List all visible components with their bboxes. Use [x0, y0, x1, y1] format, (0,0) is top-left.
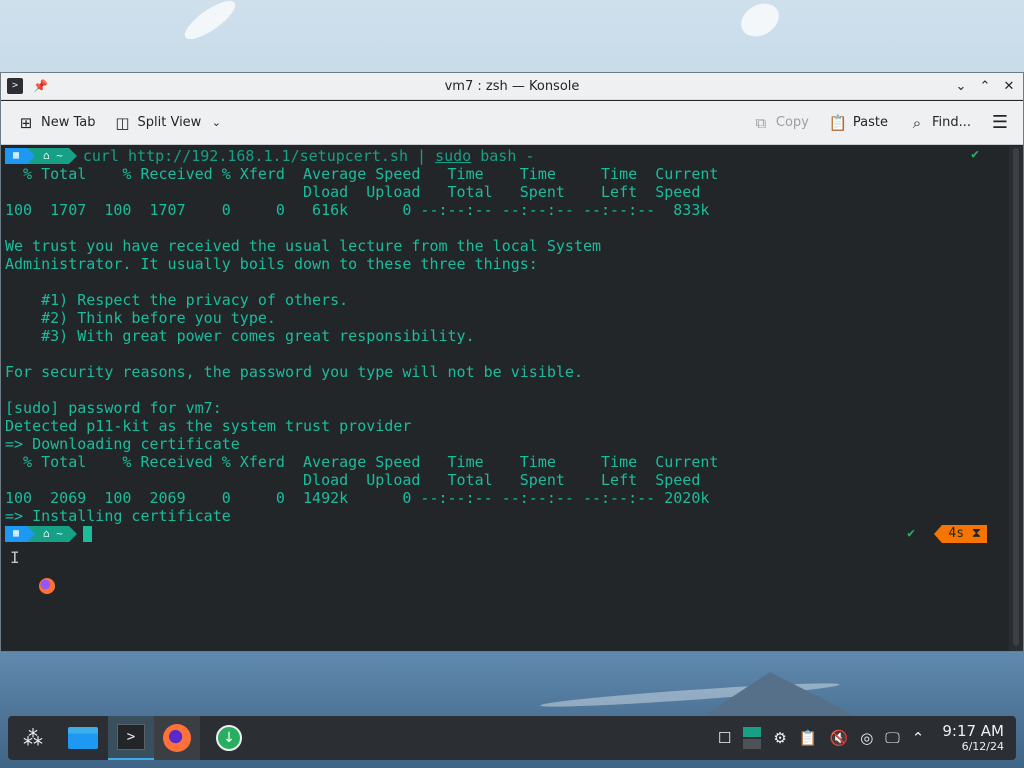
new-tab-icon: ⊞ — [19, 113, 33, 132]
timer-separator — [934, 525, 943, 543]
text-cursor — [82, 526, 92, 542]
launcher-icon: ⁂ — [23, 726, 43, 750]
terminal-output-line: Dload Upload Total Spent Left Speed — [5, 471, 701, 489]
firefox-drag-icon — [39, 578, 55, 594]
search-icon: ⌕ — [912, 113, 922, 132]
terminal-output-line: 100 1707 100 1707 0 0 616k 0 --:--:-- --… — [5, 201, 710, 219]
prompt-separator — [27, 148, 35, 164]
hamburger-menu-button[interactable]: ☰ — [985, 108, 1015, 138]
virtual-desktops-pager[interactable] — [743, 727, 762, 749]
title-bar[interactable]: > 📌 vm7 : zsh — Konsole ⌄ ⌃ ✕ — [1, 73, 1023, 100]
terminal-output-line: #3) With great power comes great respons… — [5, 327, 475, 345]
success-check-icon: ✔ — [971, 147, 979, 162]
terminal-output-line: % Total % Received % Xferd Average Speed… — [5, 165, 719, 183]
terminal-output-line: => Installing certificate — [5, 507, 231, 525]
terminal-view[interactable]: ▦ ⌂ ~ curl http://192.168.1.1/setupcert.… — [1, 146, 1009, 651]
taskbar: ⁂ > ↓ ☐ ⚙ 📋 🔇 ◎ 🖵 ⌃ 9:17 AM 6/12/24 — [8, 716, 1016, 760]
terminal-output-line: Detected p11-kit as the system trust pro… — [5, 417, 412, 435]
system-tray: ☐ ⚙ 📋 🔇 ◎ 🖵 ⌃ 9:17 AM 6/12/24 — [718, 716, 1004, 760]
prompt-separator — [27, 526, 35, 542]
konsole-window: > 📌 vm7 : zsh — Konsole ⌄ ⌃ ✕ ⊞ New Tab … — [0, 72, 1024, 652]
tray-expand-chevron-up-icon[interactable]: ⌃ — [912, 729, 925, 747]
file-manager-button[interactable] — [60, 716, 106, 760]
terminal-icon: > — [117, 724, 145, 750]
paste-label: Paste — [852, 115, 888, 130]
network-globe-icon[interactable]: ◎ — [860, 729, 873, 747]
terminal-output-line: % Total % Received % Xferd Average Speed… — [5, 453, 719, 471]
terminal-scrollbar[interactable] — [1009, 146, 1023, 651]
find-button[interactable]: ⌕ Find... — [902, 108, 977, 138]
firefox-task-button[interactable] — [154, 716, 200, 760]
minimize-chevron-down-icon[interactable]: ⌄ — [953, 79, 969, 95]
terminal-output-line: #1) Respect the privacy of others. — [5, 291, 349, 309]
find-label: Find... — [931, 115, 971, 130]
prompt-dir-label: ~ — [56, 149, 63, 162]
terminal-output-line: Dload Upload Total Spent Left Speed — [5, 183, 701, 201]
copy-label: Copy — [775, 115, 809, 130]
maximize-chevron-up-icon[interactable]: ⌃ — [977, 79, 993, 95]
terminal-output-line: #2) Think before you type. — [5, 309, 276, 327]
prompt-dir: ⌂ ~ — [35, 526, 69, 542]
app-launcher-button[interactable]: ⁂ — [10, 716, 56, 760]
terminal-output-line: [sudo] password for vm7: — [5, 399, 222, 417]
paste-button[interactable]: 📋 Paste — [823, 108, 894, 138]
wallpaper-cloud — [179, 0, 241, 46]
prompt-separator — [68, 148, 77, 164]
new-tab-button[interactable]: ⊞ New Tab — [11, 108, 102, 138]
success-check-icon: ✔ — [907, 526, 915, 541]
kde-connect-icon[interactable]: ⚙ — [773, 729, 786, 747]
terminal-output-line: We trust you have received the usual lec… — [5, 237, 602, 255]
terminal-output-line: => Downloading certificate — [5, 435, 240, 453]
command-line: curl http://192.168.1.1/setupcert.sh | s… — [83, 147, 535, 165]
download-icon: ↓ — [216, 725, 242, 751]
window-title: vm7 : zsh — Konsole — [444, 78, 580, 94]
prompt: ▦ ⌂ ~ curl http://192.168.1.1/setupcert.… — [5, 147, 534, 165]
command-rest: bash - — [471, 147, 535, 165]
terminal-app-icon[interactable]: > — [7, 78, 23, 94]
elapsed-time-label: 4s — [948, 526, 965, 541]
new-tab-label: New Tab — [41, 115, 96, 130]
desktop-2[interactable] — [743, 739, 762, 749]
update-manager-button[interactable]: ↓ — [206, 716, 252, 760]
mouse-ibeam-icon: I — [10, 548, 20, 567]
toolbar: ⊞ New Tab ◫ Split View ⌄ ⧉ Copy 📋 Paste … — [1, 101, 1023, 145]
window-icon[interactable]: ☐ — [718, 729, 731, 747]
chevron-down-icon: ⌄ — [211, 116, 221, 129]
folder-icon — [68, 727, 98, 749]
firefox-icon — [163, 724, 191, 752]
split-view-label: Split View — [137, 115, 202, 130]
volume-muted-icon[interactable]: 🔇 — [830, 729, 849, 747]
paste-icon: 📋 — [828, 113, 848, 132]
clock-date: 6/12/24 — [961, 740, 1004, 753]
scrollbar-thumb[interactable] — [1013, 148, 1019, 646]
copy-icon: ⧉ — [755, 113, 767, 132]
split-view-icon: ◫ — [115, 113, 130, 132]
elapsed-time-badge: 4s ⧗ — [934, 525, 987, 543]
digital-clock[interactable]: 9:17 AM 6/12/24 — [942, 722, 1004, 754]
copy-button[interactable]: ⧉ Copy — [746, 108, 815, 138]
prompt-dir-label: ~ — [56, 527, 63, 540]
terminal-output-line: For security reasons, the password you t… — [5, 363, 583, 381]
prompt: ▦ ⌂ ~ — [5, 525, 92, 543]
display-icon[interactable]: 🖵 — [885, 729, 899, 747]
menu-icon: ☰ — [991, 112, 1009, 133]
split-view-button[interactable]: ◫ Split View ⌄ — [108, 108, 232, 138]
pin-icon[interactable]: 📌 — [33, 79, 48, 93]
clipboard-icon[interactable]: 📋 — [799, 729, 818, 747]
konsole-task-button[interactable]: > — [108, 716, 154, 760]
os-icon: ▦ — [5, 148, 27, 164]
close-icon[interactable]: ✕ — [1001, 79, 1017, 95]
prompt-dir: ⌂ ~ — [35, 148, 69, 164]
desktop-1[interactable] — [743, 727, 762, 737]
terminal-output-line: 100 2069 100 2069 0 0 1492k 0 --:--:-- -… — [5, 489, 710, 507]
prompt-separator — [68, 526, 77, 542]
clock-time: 9:17 AM — [942, 722, 1004, 740]
os-icon: ▦ — [5, 526, 27, 542]
wallpaper-cloud — [735, 0, 785, 43]
elapsed-time: 4s ⧗ — [942, 525, 987, 543]
command-sudo: sudo — [435, 147, 472, 165]
terminal-output-line: Administrator. It usually boils down to … — [5, 255, 538, 273]
wallpaper-mountain — [700, 672, 860, 718]
command-curl: curl http://192.168.1.1/setupcert.sh | — [82, 147, 436, 165]
